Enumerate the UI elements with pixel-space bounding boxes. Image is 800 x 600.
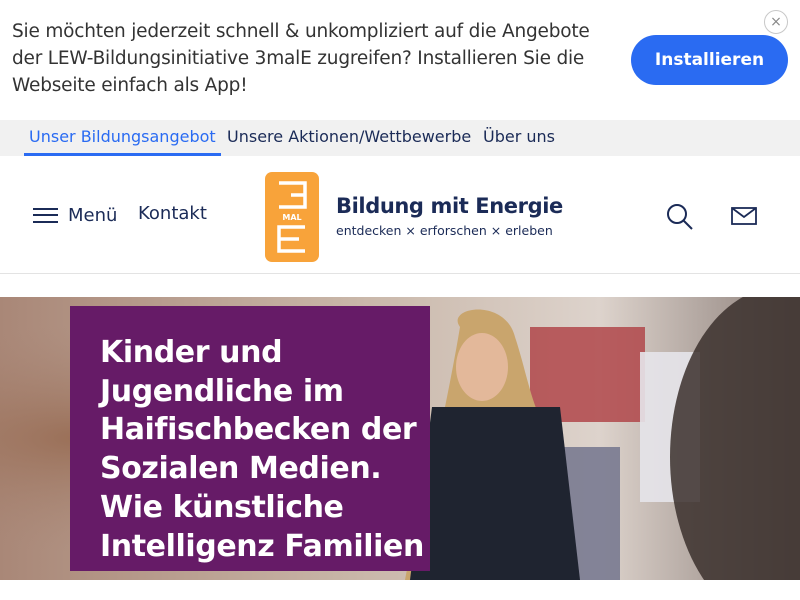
menu-label: Menü [68, 204, 118, 226]
menu-button[interactable]: Menü [33, 204, 117, 226]
logo-mark[interactable]: MAL [265, 172, 319, 262]
logo-title[interactable]: Bildung mit Energie [336, 194, 563, 218]
hamburger-icon [33, 207, 58, 223]
site-header: Menü Kontakt MAL Bildung mit Energie ent… [0, 156, 800, 274]
contact-link[interactable]: Kontakt [138, 203, 207, 224]
search-icon[interactable] [666, 203, 694, 231]
tab-ueber-uns[interactable]: Über uns [483, 120, 555, 156]
hero-title[interactable]: Kinder und Jugendliche im Haifischbecken… [100, 334, 430, 566]
install-button[interactable]: Installieren [631, 35, 788, 85]
tab-bildungsangebot[interactable]: Unser Bildungsangebot [24, 120, 221, 156]
mail-icon[interactable] [731, 207, 757, 225]
install-banner: Sie möchten jederzeit schnell & unkompli… [0, 0, 800, 120]
hero-section[interactable]: Kinder und Jugendliche im Haifischbecken… [0, 297, 800, 580]
logo-subtitle: entdecken × erforschen × erleben [336, 223, 553, 238]
hero-headline-box: Kinder und Jugendliche im Haifischbecken… [70, 306, 430, 571]
logo-mark-mal: MAL [282, 213, 301, 222]
tab-aktionen-wettbewerbe[interactable]: Unsere Aktionen/Wettbewerbe [227, 120, 471, 156]
top-nav: Unser Bildungsangebot Unsere Aktionen/We… [0, 120, 800, 156]
close-icon[interactable]: × [764, 10, 788, 34]
install-banner-text: Sie möchten jederzeit schnell & unkompli… [12, 21, 590, 96]
